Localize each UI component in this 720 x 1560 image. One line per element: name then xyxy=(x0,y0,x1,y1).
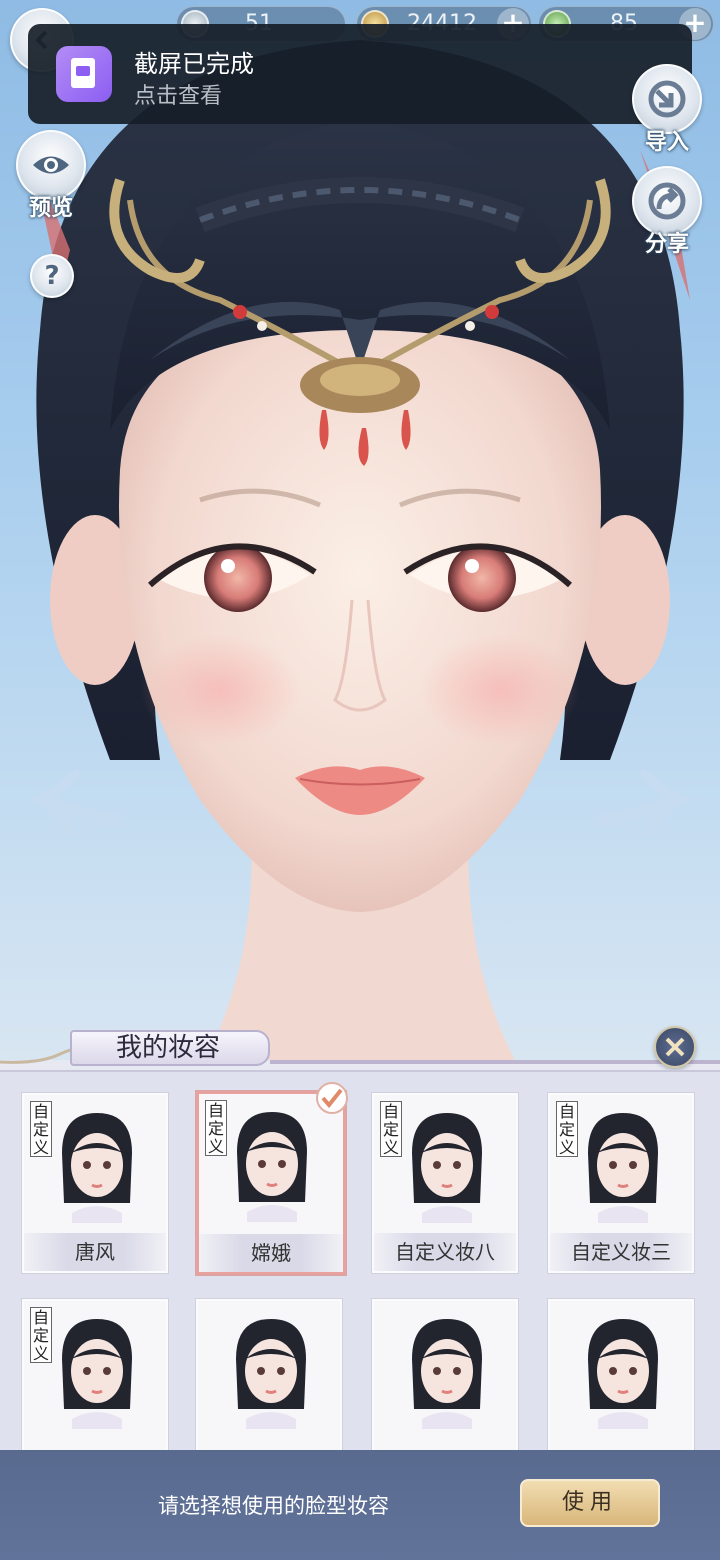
eye-icon xyxy=(33,156,69,174)
face-thumbnail xyxy=(237,1112,307,1222)
makeup-name: 唐风 xyxy=(24,1233,166,1271)
face-thumbnail xyxy=(412,1319,482,1429)
screenshot-icon xyxy=(56,46,112,102)
custom-tag: 自定义 xyxy=(380,1101,402,1157)
import-label: 导入 xyxy=(644,130,689,155)
footer-hint: 请选择想使用的脸型妆容 xyxy=(158,1494,389,1518)
face-thumbnail xyxy=(62,1319,132,1429)
preview-label: 预览 xyxy=(28,196,73,221)
close-icon xyxy=(665,1037,685,1057)
makeup-name: 自定义妆三 xyxy=(550,1233,692,1271)
share-icon xyxy=(648,182,686,220)
help-button[interactable]: ? xyxy=(30,254,74,298)
screenshot-notification[interactable]: 截屏已完成 点击查看 xyxy=(28,24,692,124)
custom-tag: 自定义 xyxy=(30,1307,52,1363)
makeup-name: 自定义妆八 xyxy=(374,1233,516,1271)
makeup-card[interactable]: 自定义 自定义妆八 xyxy=(372,1093,518,1273)
custom-tag: 自定义 xyxy=(30,1101,52,1157)
use-button[interactable]: 使用 xyxy=(520,1479,660,1527)
custom-tag: 自定义 xyxy=(556,1101,578,1157)
makeup-card[interactable]: 自定义 自定义妆三 xyxy=(548,1093,694,1273)
face-thumbnail xyxy=(236,1319,306,1429)
panel-title-tab: 我的妆容 xyxy=(70,1030,270,1066)
face-thumbnail xyxy=(62,1113,132,1223)
share-label: 分享 xyxy=(644,232,689,257)
face-thumbnail xyxy=(588,1319,658,1429)
character-preview-viewport[interactable]: 51 24412 + 85 + 截屏已完成 点击查看 预览 ? 导入 xyxy=(0,0,720,1070)
import-icon xyxy=(648,80,686,118)
face-thumbnail xyxy=(588,1113,658,1223)
close-button[interactable] xyxy=(654,1026,696,1068)
notification-title: 截屏已完成 xyxy=(134,50,254,78)
face-thumbnail xyxy=(412,1113,482,1223)
selected-check-icon xyxy=(316,1082,348,1114)
custom-tag: 自定义 xyxy=(205,1100,227,1156)
makeup-name: 嫦娥 xyxy=(199,1234,343,1272)
character-face-render xyxy=(26,40,694,1070)
makeup-card-selected[interactable]: 自定义 嫦娥 xyxy=(196,1091,346,1275)
help-icon: ? xyxy=(44,261,60,291)
panel-title: 我的妆容 xyxy=(116,1033,221,1063)
makeup-card[interactable]: 自定义 唐风 xyxy=(22,1093,168,1273)
panel-footer: 请选择想使用的脸型妆容 使用 xyxy=(0,1450,720,1560)
notification-subtitle: 点击查看 xyxy=(134,84,223,109)
